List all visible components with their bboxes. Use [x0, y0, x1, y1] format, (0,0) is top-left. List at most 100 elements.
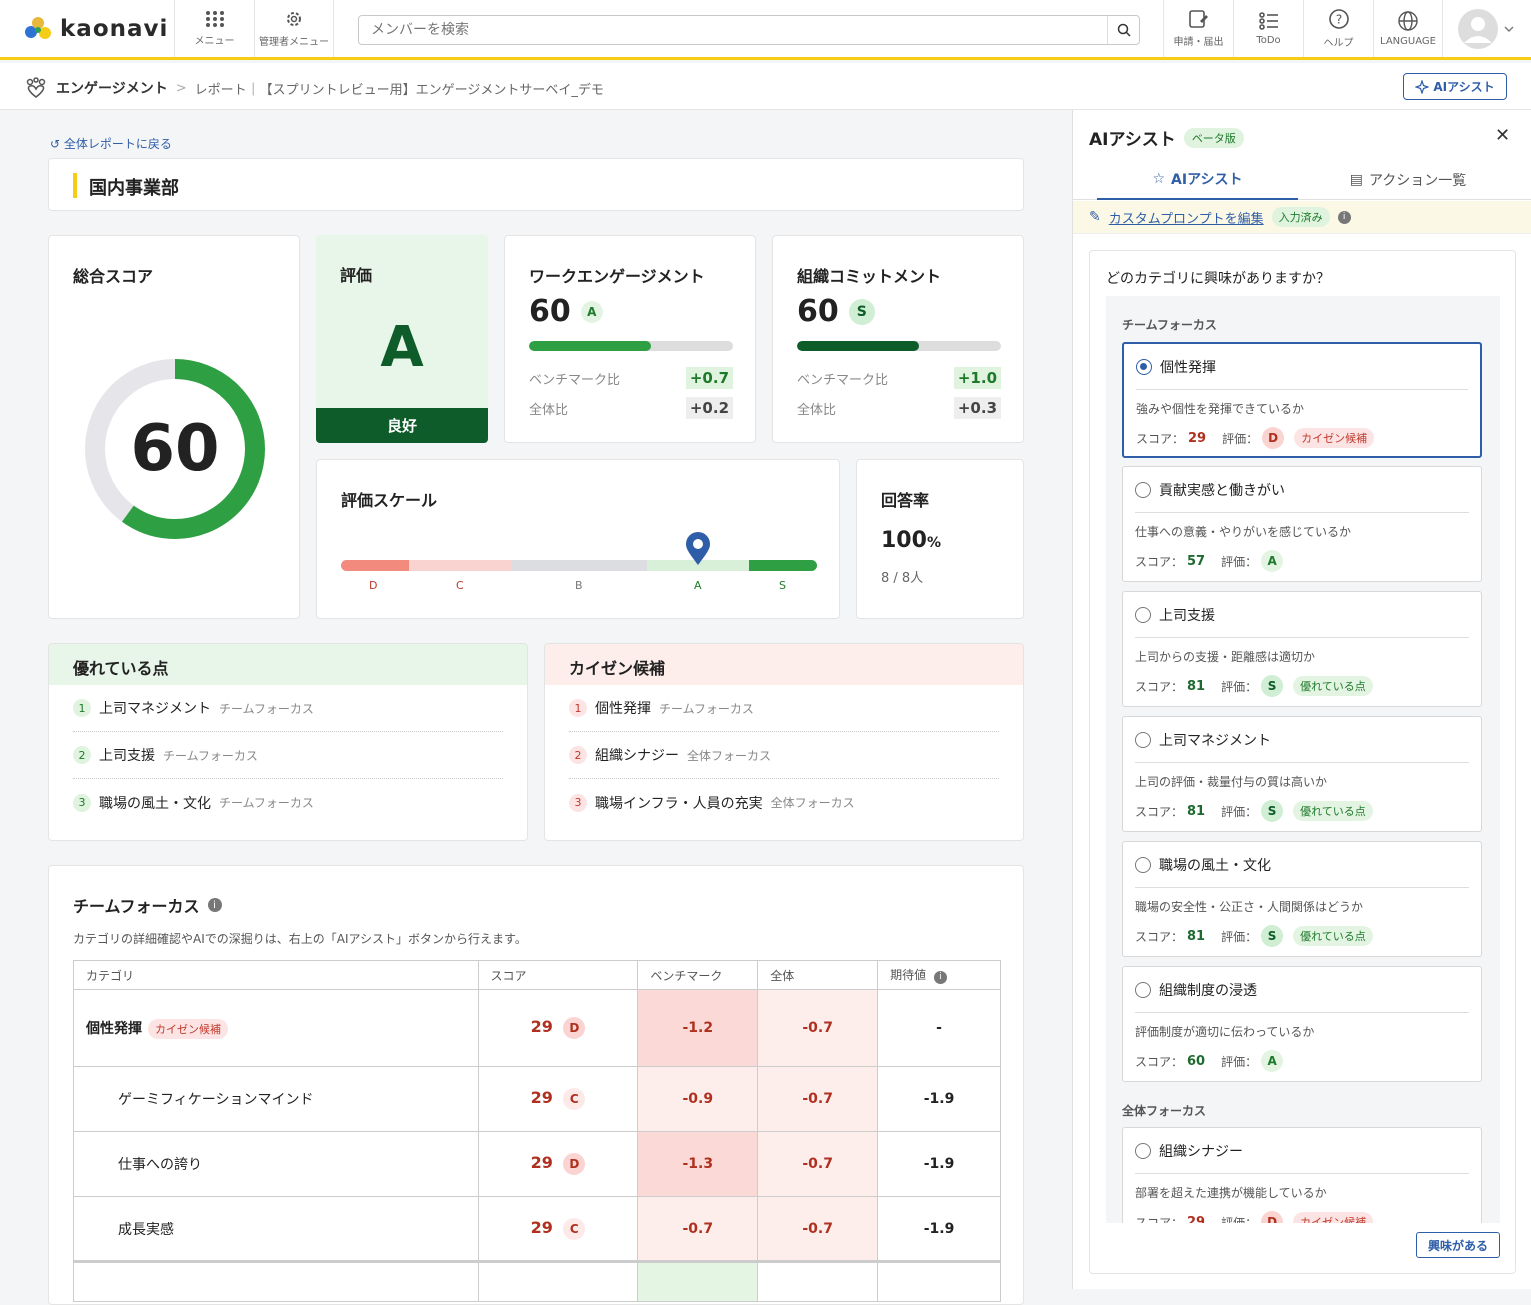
radio-button[interactable]: [1135, 731, 1151, 748]
help-label: ヘルプ: [1323, 38, 1354, 49]
clipboard-icon: ▤: [1349, 172, 1363, 188]
grade-badge: C: [563, 1217, 586, 1240]
kaonavi-logo[interactable]: kaonavi: [24, 14, 168, 44]
org-commitment-card: 組織コミットメント 60 S ベンチマーク比 +1.0 全体比 +0.3: [772, 235, 1024, 443]
radio-button[interactable]: [1135, 606, 1151, 623]
search-button[interactable]: [1107, 16, 1139, 44]
table-row[interactable]: [73, 1260, 1001, 1302]
category-option[interactable]: 上司支援 上司からの支援・距離感は適切か スコア： 81 評価： S 優れている点: [1122, 591, 1482, 707]
custom-prompt-link[interactable]: カスタムプロンプトを編集: [1109, 208, 1264, 227]
table-row[interactable]: ゲーミフィケーションマインド 29 C -0.9 -0.7 -1.9: [73, 1066, 1001, 1132]
radio-button[interactable]: [1135, 856, 1151, 873]
list-item[interactable]: 3 職場インフラ・人員の充実 全体フォーカス: [569, 779, 999, 826]
info-icon[interactable]: i: [1337, 210, 1351, 224]
cell-overall: [757, 1260, 879, 1302]
option-score: 81: [1187, 803, 1206, 819]
col-benchmark: ベンチマーク: [637, 960, 759, 990]
option-description: 上司からの支援・距離感は適切か: [1135, 650, 1316, 664]
todo-button[interactable]: ToDo: [1233, 0, 1303, 57]
table-row[interactable]: 個性発揮 カイゼン候補 29 D -1.2 -0.7 -: [73, 989, 1001, 1067]
back-to-report-link[interactable]: ↺ 全体レポートに戻る: [50, 135, 172, 152]
category-option[interactable]: 組織シナジー 部署を超えた連携が機能しているか スコア： 29 評価： D カイゼ…: [1122, 1127, 1482, 1223]
back-link-label: 全体レポートに戻る: [63, 137, 172, 151]
scale-segment-d: [341, 560, 409, 571]
panel-title: AIアシスト: [1089, 130, 1176, 150]
scale-bar: [341, 560, 817, 571]
admin-menu-button[interactable]: 管理者メニュー: [254, 0, 334, 57]
radio-button[interactable]: [1135, 481, 1151, 498]
cell-benchmark: -1.2: [637, 989, 759, 1067]
overall-value: +0.3: [953, 397, 1001, 419]
category-option[interactable]: 職場の風土・文化 職場の安全性・公正さ・人間関係はどうか スコア： 81 評価： …: [1122, 841, 1482, 957]
avatar: [1458, 9, 1498, 49]
sparkle-icon: [1415, 79, 1430, 94]
help-button[interactable]: ? ヘルプ: [1303, 0, 1373, 57]
cell-score: 29 D: [477, 989, 639, 1067]
rank-number: 3: [73, 793, 91, 812]
radio-button[interactable]: [1135, 1142, 1151, 1159]
table-row[interactable]: 成長実感 29 C -0.7 -0.7 -1.9: [73, 1196, 1001, 1262]
option-header: 組織シナジー: [1135, 1128, 1469, 1174]
item-name: 職場インフラ・人員の充実: [595, 795, 763, 812]
item-name: 組織シナジー: [595, 748, 679, 764]
ai-assist-button[interactable]: AIアシスト: [1403, 73, 1507, 100]
option-name: 上司支援: [1159, 607, 1215, 624]
category-option[interactable]: 貢献実感と働きがい 仕事への意義・やりがいを感じているか スコア： 57 評価： …: [1122, 466, 1482, 582]
user-avatar-menu[interactable]: [1458, 9, 1514, 49]
option-meta: スコア： 60 評価： A: [1135, 1050, 1469, 1072]
tab-ai-assist[interactable]: ☆ AIアシスト: [1097, 160, 1298, 200]
tab-ai-assist-label: AIアシスト: [1171, 172, 1243, 188]
cell-score: 29 D: [477, 1131, 639, 1197]
option-name: 組織シナジー: [1159, 1143, 1243, 1160]
category-option[interactable]: 個性発揮 強みや個性を発揮できているか スコア： 29 評価： D カイゼン候補: [1122, 342, 1482, 458]
menu-button[interactable]: メニュー: [174, 0, 254, 57]
option-header: 組織制度の浸透: [1135, 967, 1469, 1013]
radio-button[interactable]: [1136, 358, 1152, 375]
tab-action-list[interactable]: ▤ アクション一覧: [1308, 160, 1508, 200]
list-item[interactable]: 2 上司支援 チームフォーカス: [73, 732, 503, 779]
apply-button[interactable]: 申請・届出: [1163, 0, 1233, 57]
table-row[interactable]: 仕事への誇り 29 D -1.3 -0.7 -1.9: [73, 1131, 1001, 1197]
dept-title-card: 国内事業部: [48, 158, 1024, 211]
breadcrumb-root[interactable]: エンゲージメント: [56, 78, 168, 98]
list-item[interactable]: 1 上司マネジメント チームフォーカス: [73, 685, 503, 732]
score-label: スコア：: [1135, 1054, 1184, 1069]
search-input[interactable]: [359, 16, 1099, 44]
category-option[interactable]: 組織制度の浸透 評価制度が適切に伝わっているか スコア： 60 評価： A: [1122, 966, 1482, 1082]
grade-badge: S: [848, 298, 875, 325]
info-icon[interactable]: i: [207, 898, 222, 912]
work-engagement-score: 60: [529, 294, 571, 329]
grade-label: 評価：: [1221, 804, 1258, 819]
language-button[interactable]: LANGUAGE: [1373, 0, 1443, 57]
item-tag: チームフォーカス: [659, 701, 754, 716]
radio-button[interactable]: [1135, 981, 1151, 998]
cell-expected: -: [877, 989, 1001, 1067]
grade-badge: A: [1261, 550, 1284, 572]
option-name: 組織制度の浸透: [1159, 982, 1257, 999]
svg-text:?: ?: [1335, 13, 1341, 27]
grade-label: 評価：: [1221, 554, 1258, 569]
score-label: スコア：: [1135, 679, 1184, 694]
category-option[interactable]: 上司マネジメント 上司の評価・裁量付与の質は高いか スコア： 81 評価： S 優…: [1122, 716, 1482, 832]
option-score: 57: [1187, 553, 1206, 569]
list-item[interactable]: 1 個性発揮 チームフォーカス: [569, 685, 999, 732]
rank-number: 2: [73, 746, 91, 764]
info-icon[interactable]: i: [933, 970, 947, 984]
scale-segment-b: [511, 560, 647, 571]
interest-button[interactable]: 興味がある: [1416, 1232, 1500, 1258]
list-item[interactable]: 2 組織シナジー 全体フォーカス: [569, 732, 999, 779]
chevron-down-icon: [1504, 26, 1514, 32]
option-name: 上司マネジメント: [1159, 732, 1271, 749]
category-name: 仕事への誇り: [118, 1157, 202, 1173]
col-expected: 期待値 i: [877, 960, 1001, 990]
item-name: 個性発揮: [595, 701, 651, 717]
response-rate-title: 回答率: [881, 491, 930, 510]
score-label: スコア：: [1135, 554, 1184, 569]
item-tag: チームフォーカス: [163, 748, 258, 763]
group-team-focus: チームフォーカス: [1122, 318, 1217, 332]
close-icon[interactable]: ✕: [1495, 125, 1510, 146]
grade-badge: D: [1261, 1211, 1284, 1223]
cell-category: 成長実感: [73, 1196, 479, 1262]
list-item[interactable]: 3 職場の風土・文化 チームフォーカス: [73, 779, 503, 826]
item-tag: チームフォーカス: [219, 796, 314, 810]
